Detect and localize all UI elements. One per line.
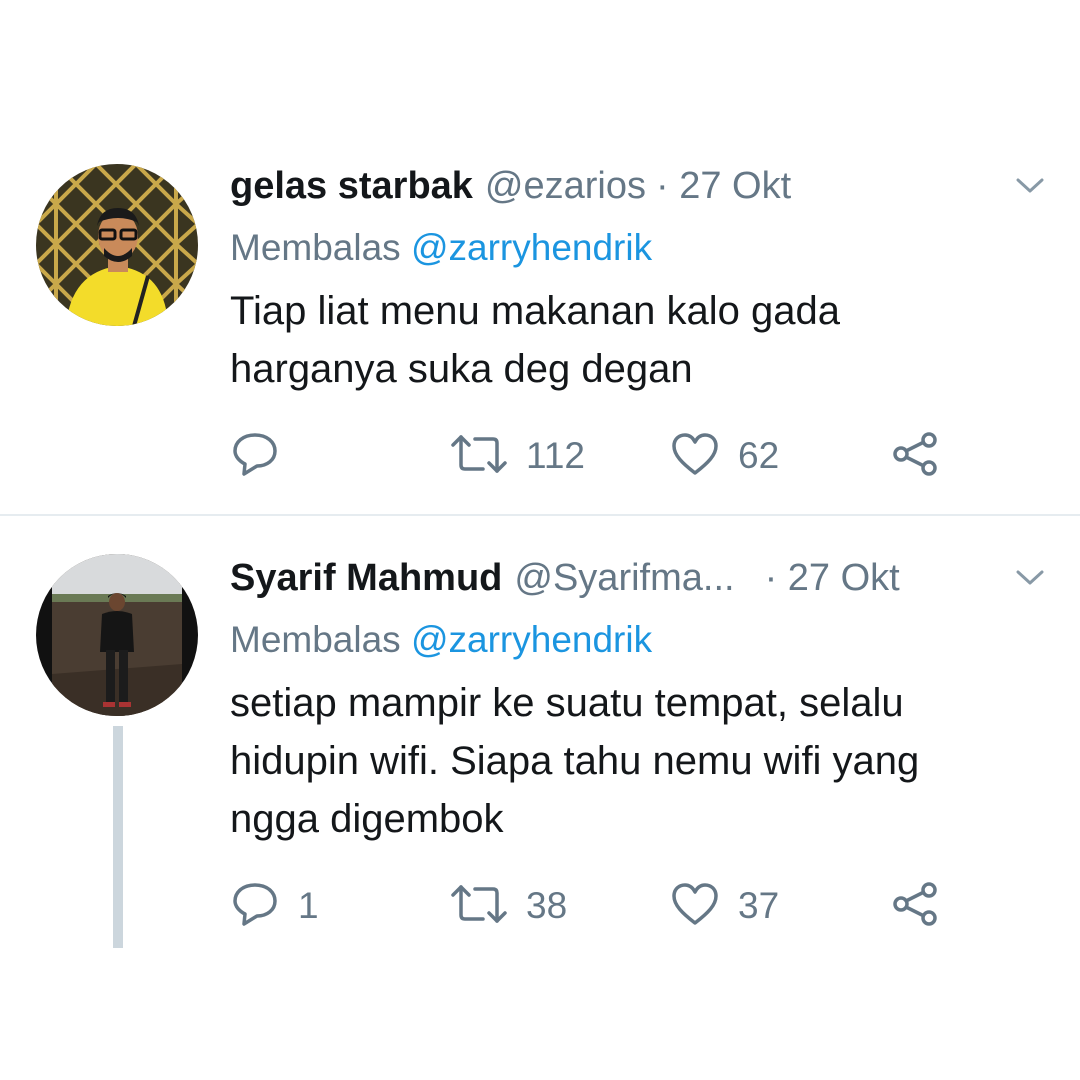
tweet-header: Syarif Mahmud @Syarifma... · 27 Okt bbox=[230, 554, 900, 602]
tweet-divider bbox=[0, 514, 1080, 516]
like-button[interactable]: 37 bbox=[670, 882, 779, 930]
like-button[interactable]: 62 bbox=[670, 432, 779, 480]
like-count: 62 bbox=[738, 435, 780, 476]
reply-count: 1 bbox=[298, 885, 319, 926]
tweet-text-line: ngga digembok bbox=[230, 797, 504, 841]
chevron-down-icon[interactable] bbox=[1012, 566, 1048, 590]
tweet-text-line: harganya suka deg degan bbox=[230, 347, 693, 391]
tweet-header: gelas starbak @ezarios · 27 Okt bbox=[230, 162, 791, 210]
reply-button[interactable] bbox=[230, 432, 298, 480]
retweet-count: 112 bbox=[526, 435, 585, 476]
tweet-date[interactable]: · 27 Okt bbox=[765, 554, 900, 602]
replying-to: Membalas @zarryhendrik bbox=[230, 616, 652, 664]
tweet-text-line: Tiap liat menu makanan kalo gada bbox=[230, 289, 840, 333]
avatar[interactable] bbox=[36, 164, 198, 326]
retweet-button[interactable]: 38 bbox=[450, 882, 567, 930]
display-name[interactable]: gelas starbak bbox=[230, 162, 473, 210]
share-button[interactable] bbox=[890, 880, 942, 933]
share-button[interactable] bbox=[890, 430, 942, 483]
mention-link[interactable]: @zarryhendrik bbox=[411, 619, 652, 660]
tweet-date[interactable]: · 27 Okt bbox=[656, 162, 791, 210]
user-handle[interactable]: @ezarios bbox=[485, 162, 646, 210]
retweet-button[interactable]: 112 bbox=[450, 432, 585, 480]
tweet-text-line: setiap mampir ke suatu tempat, selalu bbox=[230, 681, 904, 725]
heart-icon bbox=[670, 881, 720, 932]
mention-link[interactable]: @zarryhendrik bbox=[411, 227, 652, 268]
replying-to-label: Membalas bbox=[230, 619, 401, 660]
user-handle[interactable]: @Syarifma... bbox=[514, 554, 734, 602]
retweet-icon bbox=[450, 883, 508, 930]
retweet-count: 38 bbox=[526, 885, 568, 926]
replying-to: Membalas @zarryhendrik bbox=[230, 224, 652, 272]
tweet-text: setiap mampir ke suatu tempat, selalu hi… bbox=[230, 674, 919, 848]
tweet-text-line: hidupin wifi. Siapa tahu nemu wifi yang bbox=[230, 739, 920, 783]
share-icon bbox=[890, 880, 942, 933]
like-count: 37 bbox=[738, 885, 780, 926]
heart-icon bbox=[670, 431, 720, 482]
display-name[interactable]: Syarif Mahmud bbox=[230, 554, 502, 602]
chevron-down-icon[interactable] bbox=[1012, 174, 1048, 198]
reply-icon bbox=[230, 881, 280, 932]
retweet-icon bbox=[450, 433, 508, 480]
reply-button[interactable]: 1 bbox=[230, 882, 319, 930]
avatar[interactable] bbox=[36, 554, 198, 716]
thread-connector-line bbox=[113, 726, 123, 948]
share-icon bbox=[890, 430, 942, 483]
tweet-text: Tiap liat menu makanan kalo gada hargany… bbox=[230, 282, 840, 398]
replying-to-label: Membalas bbox=[230, 227, 401, 268]
reply-icon bbox=[230, 431, 280, 482]
